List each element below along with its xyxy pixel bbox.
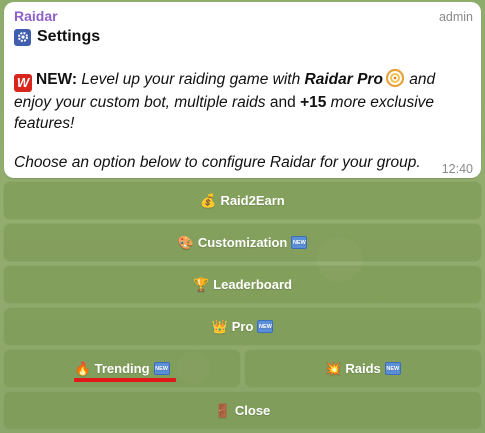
money-bag-icon: 💰 (200, 193, 217, 208)
customization-button[interactable]: 🎨 Customization NEW (3, 223, 482, 262)
trending-highlight-underline (74, 378, 176, 382)
new-badge: NEW (257, 320, 274, 333)
message-title: Settings (14, 28, 100, 46)
message-body: W NEW: Level up your raiding game with Ra… (14, 68, 454, 134)
new-badge: NEW (291, 236, 308, 249)
explosion-icon: 💥 (325, 361, 342, 376)
crown-icon: 👑 (211, 319, 228, 334)
promo-and: and (269, 94, 296, 111)
raids-label: Raids (345, 361, 381, 376)
pro-label: Pro (231, 319, 254, 334)
close-button[interactable]: 🚪 Close (3, 391, 482, 430)
new-badge: NEW (153, 362, 170, 375)
promo-line2: enjoy your custom bot, multiple raids (14, 94, 266, 111)
new-badge: NEW (384, 362, 401, 375)
raid2earn-label: Raid2Earn (220, 193, 285, 208)
new-label: NEW: (36, 71, 78, 88)
trending-button[interactable]: 🔥 Trending NEW (3, 349, 241, 388)
pro-name: Raidar Pro (304, 71, 383, 88)
promo-line3: features! (14, 115, 75, 132)
inline-keyboard: 💰 Raid2Earn 🎨 Customization NEW 🏆 Leader… (3, 181, 482, 433)
admin-label: admin (438, 10, 473, 24)
leaderboard-button[interactable]: 🏆 Leaderboard (3, 265, 482, 304)
plus-count: +15 (300, 94, 327, 111)
pro-button[interactable]: 👑 Pro NEW (3, 307, 482, 346)
sender-name[interactable]: Raidar (14, 8, 58, 24)
promo-line1: Level up your raiding game with (81, 71, 301, 88)
promo-line1-end: and (409, 71, 436, 88)
message-time: 12:40 (441, 162, 473, 176)
palette-icon: 🎨 (177, 235, 194, 250)
trophy-icon: 🏆 (193, 277, 210, 292)
fire-icon: 🔥 (74, 361, 91, 376)
message-bubble: Raidar admin Settings W NEW: Level up you… (4, 2, 481, 178)
raidar-pro-logo-icon (385, 68, 405, 88)
raids-button[interactable]: 💥 Raids NEW (244, 349, 482, 388)
gear-icon (14, 28, 31, 46)
leaderboard-label: Leaderboard (213, 277, 292, 292)
trending-label: Trending (94, 361, 150, 376)
title-text: Settings (37, 28, 101, 45)
message-footer: Choose an option below to configure Raid… (14, 154, 421, 171)
promo-line2-end: more exclusive (330, 94, 435, 111)
customization-label: Customization (197, 235, 288, 250)
door-icon: 🚪 (214, 403, 231, 418)
close-label: Close (234, 403, 271, 418)
raid2earn-button[interactable]: 💰 Raid2Earn (3, 181, 482, 220)
w-logo-icon: W (14, 74, 32, 92)
